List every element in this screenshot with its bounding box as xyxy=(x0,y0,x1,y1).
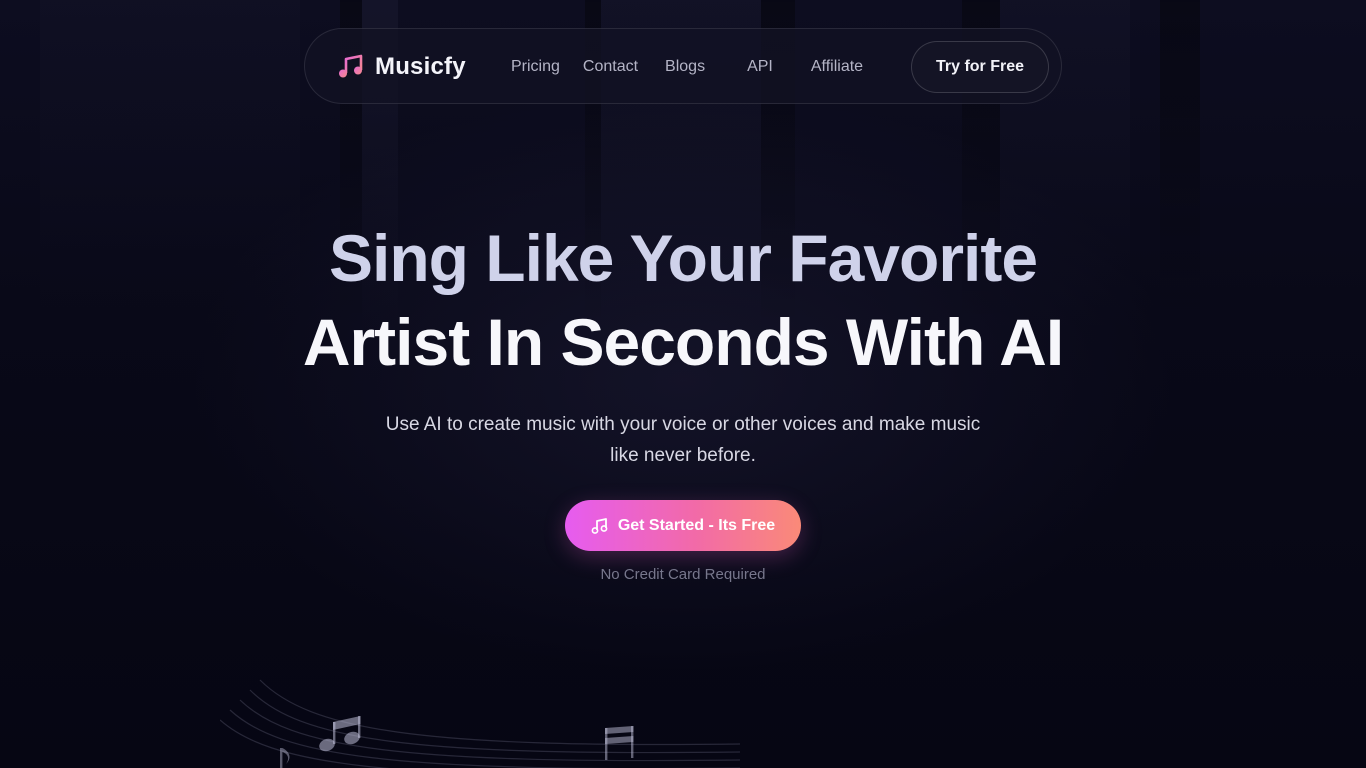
get-started-label: Get Started - Its Free xyxy=(617,516,776,534)
nav-link-blogs[interactable]: Blogs xyxy=(665,58,705,76)
get-started-button[interactable]: Get Started - Its Free xyxy=(565,500,801,551)
music-note-icon xyxy=(339,54,363,78)
nav-link-contact[interactable]: Contact xyxy=(583,58,638,76)
background-texture xyxy=(0,0,1366,768)
hero-title-line-1: Sing Like Your Favorite xyxy=(328,221,1038,295)
nav-links: Pricing Contact Blogs API Affiliate xyxy=(511,29,863,105)
no-credit-card-note: No Credit Card Required xyxy=(600,566,766,583)
landing-page: Musicfy Pricing Contact Blogs API Affili… xyxy=(0,0,1366,768)
nav-link-pricing[interactable]: Pricing xyxy=(511,58,560,76)
nav-link-affiliate[interactable]: Affiliate xyxy=(811,58,863,76)
nav-link-api[interactable]: API xyxy=(747,58,773,76)
brand-logo[interactable]: Musicfy xyxy=(337,29,466,105)
music-note-icon xyxy=(591,517,608,534)
hero-title-line-2: Artist In Seconds With AI xyxy=(302,305,1064,379)
brand-name: Musicfy xyxy=(375,53,466,80)
hero-subtitle: Use AI to create music with your voice o… xyxy=(385,414,981,466)
hero-title: Sing Like Your Favorite Artist In Second… xyxy=(0,216,1366,384)
eighth-notes-icon xyxy=(319,716,361,752)
top-navigation: Musicfy Pricing Contact Blogs API Affili… xyxy=(304,28,1062,104)
music-staff-illustration xyxy=(220,679,740,768)
sixteenth-notes-icon xyxy=(605,726,634,760)
try-for-free-button[interactable]: Try for Free xyxy=(911,41,1049,93)
